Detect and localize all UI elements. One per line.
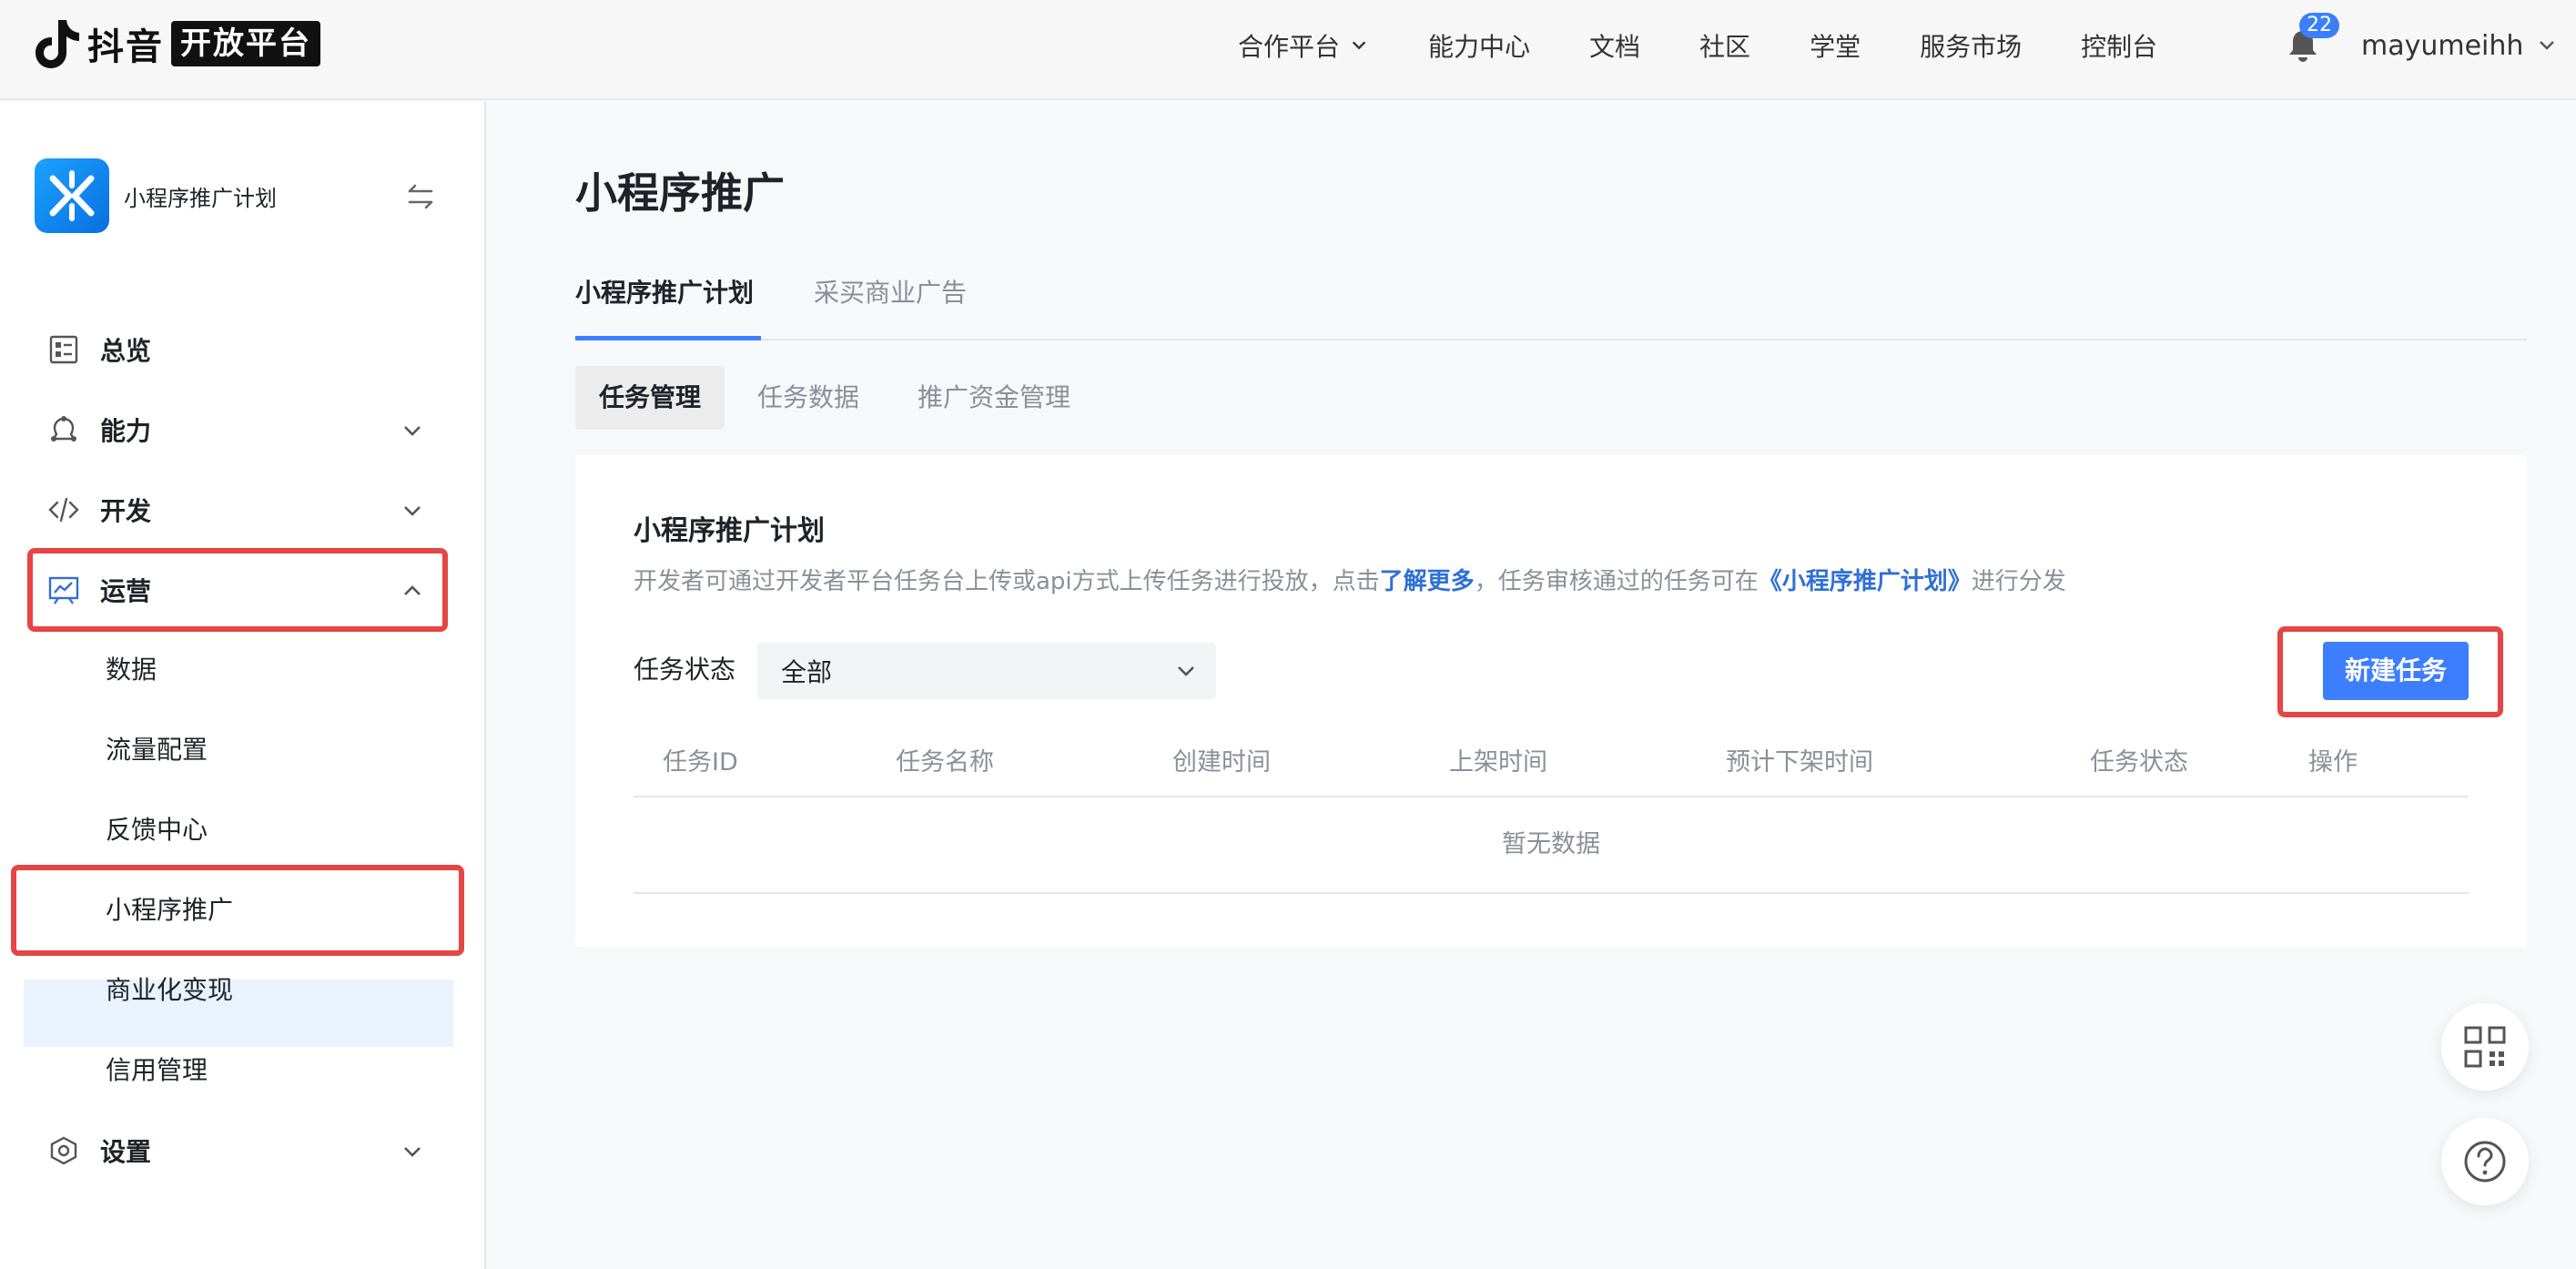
table-header: 任务ID 任务名称 创建时间 上架时间 预计下架时间 任务状态 操作 <box>634 728 2469 797</box>
tab-promotion-plan[interactable]: 小程序推广计划 <box>575 269 761 340</box>
desc-text: ，任务审核通过的任务可在 <box>1474 568 1759 595</box>
dashboard-icon <box>49 335 78 364</box>
app-name: 小程序推广计划 <box>124 185 277 211</box>
app-logo-icon <box>35 158 109 233</box>
logo-text: 抖音 <box>87 26 164 68</box>
learn-more-link[interactable]: 了解更多 <box>1380 568 1475 595</box>
capability-icon <box>51 416 76 442</box>
column-header: 预计下架时间 <box>1726 748 1873 777</box>
nav-academy[interactable]: 学堂 <box>1810 27 1861 64</box>
sub-item-data[interactable]: 数据 <box>106 641 157 699</box>
column-header: 任务ID <box>663 748 738 777</box>
highlight-box-operate <box>27 548 448 632</box>
select-value: 全部 <box>781 657 833 687</box>
page-title: 小程序推广 <box>575 168 785 218</box>
chevron-down-icon <box>404 426 421 436</box>
menu-label: 设置 <box>100 1137 152 1167</box>
notification-badge: 22 <box>2299 13 2339 38</box>
code-icon <box>48 497 79 523</box>
card-title: 小程序推广计划 <box>634 515 825 547</box>
highlight-box-new-task <box>2277 626 2503 717</box>
subtab-fund-management[interactable]: 推广资金管理 <box>918 366 1070 430</box>
qrcode-button[interactable] <box>2441 1003 2529 1091</box>
subtab-task-management[interactable]: 任务管理 <box>575 366 725 430</box>
logo-badge: 开放平台 <box>171 21 320 66</box>
nav-label: 学堂 <box>1810 32 1861 62</box>
column-header: 上架时间 <box>1449 748 1547 777</box>
switch-app-icon[interactable] <box>404 180 437 213</box>
app-glyph-icon <box>49 170 95 221</box>
menu-capability[interactable]: 能力 <box>36 401 437 459</box>
promotion-plan-link[interactable]: 《小程序推广计划》 <box>1759 568 1972 595</box>
nav-community[interactable]: 社区 <box>1699 27 1750 64</box>
sub-item-monetization[interactable]: 商业化变现 <box>106 961 233 1020</box>
nav-label: 能力中心 <box>1428 32 1531 62</box>
menu-label: 开发 <box>100 496 152 526</box>
nav-partner-platform[interactable]: 合作平台 <box>1238 27 1369 64</box>
highlight-box-promotion <box>11 865 464 956</box>
help-icon <box>2464 1141 2506 1183</box>
column-header: 操作 <box>2308 748 2358 777</box>
task-status-label: 任务状态 <box>634 655 736 685</box>
desc-text: 开发者可通过开发者平台任务台上传或api方式上传任务进行投放，点击 <box>634 568 1380 595</box>
nav-label: 合作平台 <box>1238 32 1341 62</box>
user-menu[interactable]: mayumeihh <box>2361 27 2558 64</box>
nav-label: 文档 <box>1589 32 1641 62</box>
sub-item-feedback[interactable]: 反馈中心 <box>106 801 208 859</box>
chevron-down-icon <box>1352 41 1366 50</box>
task-card: 小程序推广计划 开发者可通过开发者平台任务台上传或api方式上传任务进行投放，点… <box>575 455 2527 947</box>
card-description: 开发者可通过开发者平台任务台上传或api方式上传任务进行投放，点击了解更多，任务… <box>634 563 2066 596</box>
column-header: 任务状态 <box>2090 748 2188 777</box>
column-header: 任务名称 <box>896 748 994 777</box>
app-card[interactable]: 小程序推广计划 <box>35 158 444 233</box>
douyin-logo[interactable]: 抖音 开放平台 <box>33 16 320 71</box>
top-nav: 合作平台 能力中心 文档 社区 学堂 服务市场 控制台 <box>1238 0 2216 91</box>
menu-label: 能力 <box>100 416 152 446</box>
desc-text: 进行分发 <box>1971 568 2066 595</box>
menu-overview[interactable]: 总览 <box>36 320 437 379</box>
task-table: 任务ID 任务名称 创建时间 上架时间 预计下架时间 任务状态 操作 暂无数据 <box>634 728 2469 894</box>
sub-item-credit[interactable]: 信用管理 <box>106 1041 208 1100</box>
username: mayumeihh <box>2361 29 2524 62</box>
nav-service-market[interactable]: 服务市场 <box>1920 27 2022 64</box>
chevron-down-icon <box>404 1147 421 1157</box>
nav-docs[interactable]: 文档 <box>1589 27 1640 64</box>
nav-console[interactable]: 控制台 <box>2081 27 2157 64</box>
tab-buy-ads[interactable]: 采买商业广告 <box>814 269 967 340</box>
chevron-down-icon <box>1178 666 1194 676</box>
active-item-bg <box>24 980 453 1047</box>
nav-label: 社区 <box>1699 32 1751 62</box>
settings-hex-icon <box>50 1136 77 1165</box>
qrcode-icon <box>2464 1026 2506 1068</box>
sub-item-traffic-config[interactable]: 流量配置 <box>106 721 208 779</box>
subtab-task-data[interactable]: 任务数据 <box>757 366 859 430</box>
top-header: 抖音 开放平台 合作平台 能力中心 文档 社区 学堂 服务市场 控制台 22 m… <box>0 0 2576 100</box>
nav-capability-center[interactable]: 能力中心 <box>1428 27 1530 64</box>
nav-label: 控制台 <box>2081 32 2158 62</box>
task-status-select[interactable]: 全部 <box>757 643 1216 699</box>
help-button[interactable] <box>2441 1118 2529 1205</box>
nav-label: 服务市场 <box>1920 32 2023 62</box>
empty-state: 暂无数据 <box>634 797 2469 894</box>
menu-label: 总览 <box>100 336 152 366</box>
douyin-note-icon <box>35 20 79 68</box>
chevron-down-icon <box>404 506 421 516</box>
chevron-down-icon <box>2540 41 2555 50</box>
menu-settings[interactable]: 设置 <box>36 1122 437 1180</box>
column-header: 创建时间 <box>1172 748 1271 777</box>
sidebar: 小程序推广计划 总览 能力 开发 运营 数据 流量配置 反馈中心 小程序推广 商… <box>0 102 486 1269</box>
menu-develop[interactable]: 开发 <box>36 481 437 539</box>
main-tabs: 小程序推广计划 采买商业广告 <box>575 269 2527 340</box>
